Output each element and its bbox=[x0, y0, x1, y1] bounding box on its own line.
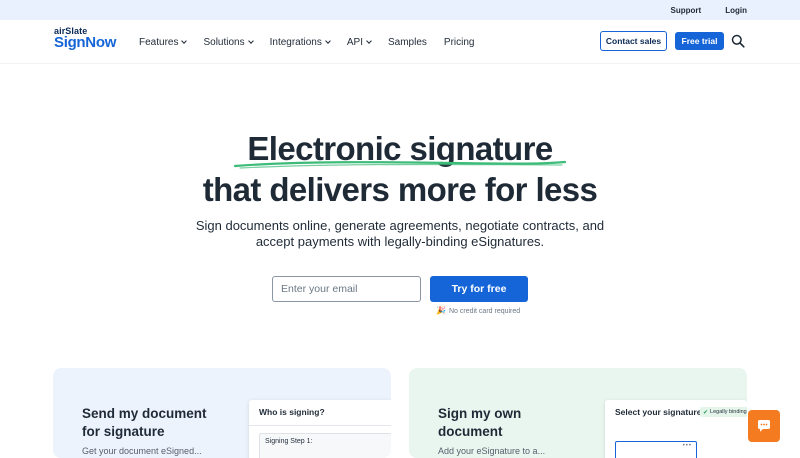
no-credit-card-note: 🎉 No credit card required bbox=[436, 306, 520, 315]
search-button[interactable] bbox=[731, 34, 745, 48]
party-popper-icon: 🎉 bbox=[436, 306, 446, 315]
nav-item-integrations[interactable]: Integrations bbox=[269, 36, 331, 48]
logo[interactable]: airSlate SignNow bbox=[54, 26, 124, 58]
chat-button[interactable] bbox=[748, 410, 780, 442]
card-title-line2: document bbox=[438, 424, 503, 439]
card-title-line2: for signature bbox=[82, 424, 165, 439]
nav-item-label: API bbox=[346, 36, 363, 48]
send-document-card[interactable]: Send my document for signature Get your … bbox=[53, 368, 391, 458]
hero-underline-decoration bbox=[233, 160, 567, 169]
free-trial-button[interactable]: Free trial bbox=[675, 32, 724, 50]
nav-item-label: Features bbox=[139, 36, 179, 48]
chevron-down-icon bbox=[247, 38, 254, 44]
panel-title: Select your signature bbox=[615, 407, 702, 417]
search-icon bbox=[731, 34, 745, 48]
nav-item-api[interactable]: API bbox=[346, 36, 372, 48]
main-nav: airSlate SignNow Features Solutions Inte… bbox=[0, 20, 800, 64]
sign-own-document-card[interactable]: Sign my own document Add your eSignature… bbox=[409, 368, 747, 458]
shield-check-icon: ✔ bbox=[703, 409, 709, 416]
nav-item-features[interactable]: Features bbox=[139, 36, 188, 48]
card-description: Get your document eSigned... bbox=[82, 446, 202, 456]
no-credit-card-text: No credit card required bbox=[448, 308, 521, 315]
more-options-icon: ••• bbox=[682, 443, 692, 449]
signing-step-box: Signing Step 1: bbox=[259, 433, 391, 458]
panel-title: Who is signing? bbox=[259, 407, 325, 417]
chevron-down-icon bbox=[181, 38, 188, 44]
nav-item-solutions[interactable]: Solutions bbox=[203, 36, 254, 48]
nav-item-samples[interactable]: Samples bbox=[388, 37, 427, 48]
who-is-signing-panel: Who is signing? Signing Step 1: bbox=[249, 400, 391, 458]
email-input[interactable] bbox=[272, 276, 421, 302]
logo-brand-big: SignNow bbox=[54, 34, 117, 51]
support-link[interactable]: Support bbox=[671, 6, 702, 15]
nav-item-label: Solutions bbox=[203, 36, 245, 48]
nav-item-label: Pricing bbox=[443, 36, 475, 48]
card-title-line1: Sign my own bbox=[438, 406, 522, 421]
nav-item-label: Integrations bbox=[269, 36, 322, 48]
hero-title-line2: that delivers more for less bbox=[202, 171, 598, 208]
divider bbox=[249, 425, 391, 426]
utility-bar: Support Login bbox=[0, 0, 800, 20]
card-description: Add your eSignature to a... bbox=[438, 446, 546, 456]
nav-item-pricing[interactable]: Pricing bbox=[444, 37, 475, 48]
nav-item-label: Samples bbox=[388, 36, 427, 48]
card-title: Send my document for signature bbox=[82, 405, 207, 441]
badge-label: Legally binding bbox=[710, 409, 747, 415]
signing-step-label: Signing Step 1: bbox=[265, 438, 313, 445]
legally-binding-badge: ✔ Legally binding bbox=[700, 407, 747, 417]
card-title: Sign my own document bbox=[438, 405, 521, 441]
login-link[interactable]: Login bbox=[725, 6, 747, 15]
try-for-free-button[interactable]: Try for free bbox=[430, 276, 528, 302]
contact-sales-button[interactable]: Contact sales bbox=[600, 31, 667, 51]
chat-bubble-icon bbox=[758, 420, 770, 432]
nav-menu: Features Solutions Integrations API Samp… bbox=[139, 20, 491, 64]
card-title-line1: Send my document bbox=[82, 406, 207, 421]
hero-subtitle: Sign documents online, generate agreemen… bbox=[195, 218, 605, 249]
select-signature-panel: Select your signature ✔ Legally binding •… bbox=[605, 400, 747, 458]
chevron-down-icon bbox=[366, 38, 372, 44]
signature-field: ••• bbox=[615, 441, 697, 458]
chevron-down-icon bbox=[325, 38, 331, 44]
